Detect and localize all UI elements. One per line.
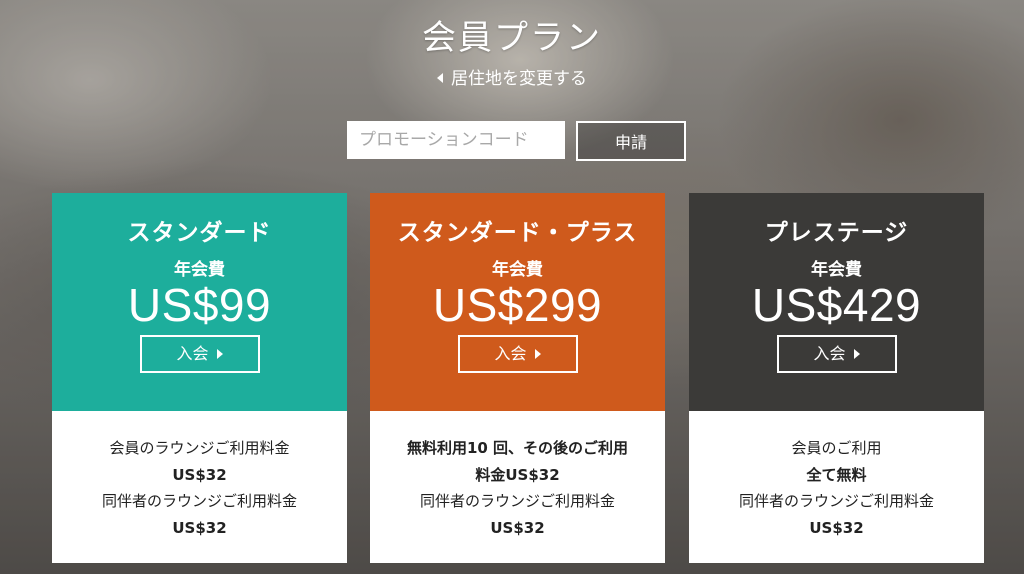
plan-details: 会員のラウンジご利用料金 US$32 同伴者のラウンジご利用料金 US$32 — [52, 411, 347, 563]
plan-card-header: スタンダード 年会費 US$99 入会 — [52, 193, 347, 411]
plan-price: US$299 — [432, 279, 603, 331]
join-label: 入会 — [813, 344, 846, 363]
member-fee-label: 会員のラウンジご利用料金 — [109, 439, 290, 457]
plan-price: US$429 — [751, 279, 922, 331]
plan-name: スタンダード — [127, 220, 272, 246]
plan-name: スタンダード・プラス — [397, 220, 638, 246]
join-label: 入会 — [494, 344, 527, 363]
plan-card-header: スタンダード・プラス 年会費 US$299 入会 — [370, 193, 665, 411]
guest-fee-label: 同伴者のラウンジご利用料金 — [419, 492, 615, 510]
guest-fee-value: US$32 — [172, 518, 227, 537]
plan-name: プレステージ — [764, 220, 909, 246]
promo-code-input[interactable] — [347, 121, 565, 159]
plan-card-standard: スタンダード 年会費 US$99 入会 会員のラウンジご利用料金 US$32 同… — [52, 193, 347, 563]
change-residence-link[interactable]: 居住地を変更する — [0, 64, 1024, 89]
plan-card-prestige: プレステージ 年会費 US$429 入会 会員のご利用 全て無料 同伴者のラウン… — [689, 193, 984, 563]
annual-fee-label: 年会費 — [174, 260, 225, 280]
annual-fee-label: 年会費 — [492, 260, 543, 280]
plan-card-standard-plus: スタンダード・プラス 年会費 US$299 入会 無料利用10 回、その後のご利… — [370, 193, 665, 563]
member-fee-label: 会員のご利用 — [791, 439, 882, 457]
plan-details: 無料利用10 回、その後のご利用 料金US$32 同伴者のラウンジご利用料金 U… — [370, 411, 665, 563]
join-button-standard-plus[interactable]: 入会 — [457, 335, 578, 373]
membership-plans-page: 会員プラン 居住地を変更する 申請 スタンダード 年会費 US$99 入会 会員… — [0, 0, 1024, 574]
plan-price: US$99 — [127, 279, 272, 331]
guest-fee-label: 同伴者のラウンジご利用料金 — [738, 492, 934, 510]
member-fee-value: 全て無料 — [806, 465, 867, 484]
change-residence-label: 居住地を変更する — [451, 69, 587, 89]
caret-left-icon — [437, 73, 443, 83]
apply-promo-button[interactable]: 申請 — [576, 121, 686, 161]
join-button-prestige[interactable]: 入会 — [776, 335, 897, 373]
caret-right-icon — [534, 349, 541, 359]
member-fee-value: 料金US$32 — [475, 465, 560, 484]
join-label: 入会 — [176, 344, 209, 363]
caret-right-icon — [216, 349, 223, 359]
annual-fee-label: 年会費 — [811, 260, 862, 280]
member-fee-label: 無料利用10 回、その後のご利用 — [406, 439, 629, 457]
member-fee-value: US$32 — [172, 465, 227, 484]
plan-card-header: プレステージ 年会費 US$429 入会 — [689, 193, 984, 411]
join-button-standard[interactable]: 入会 — [139, 335, 260, 373]
plan-details: 会員のご利用 全て無料 同伴者のラウンジご利用料金 US$32 — [689, 411, 984, 563]
guest-fee-value: US$32 — [809, 518, 864, 537]
page-title: 会員プラン — [422, 18, 602, 58]
guest-fee-label: 同伴者のラウンジご利用料金 — [101, 492, 297, 510]
caret-right-icon — [853, 349, 860, 359]
guest-fee-value: US$32 — [490, 518, 545, 537]
